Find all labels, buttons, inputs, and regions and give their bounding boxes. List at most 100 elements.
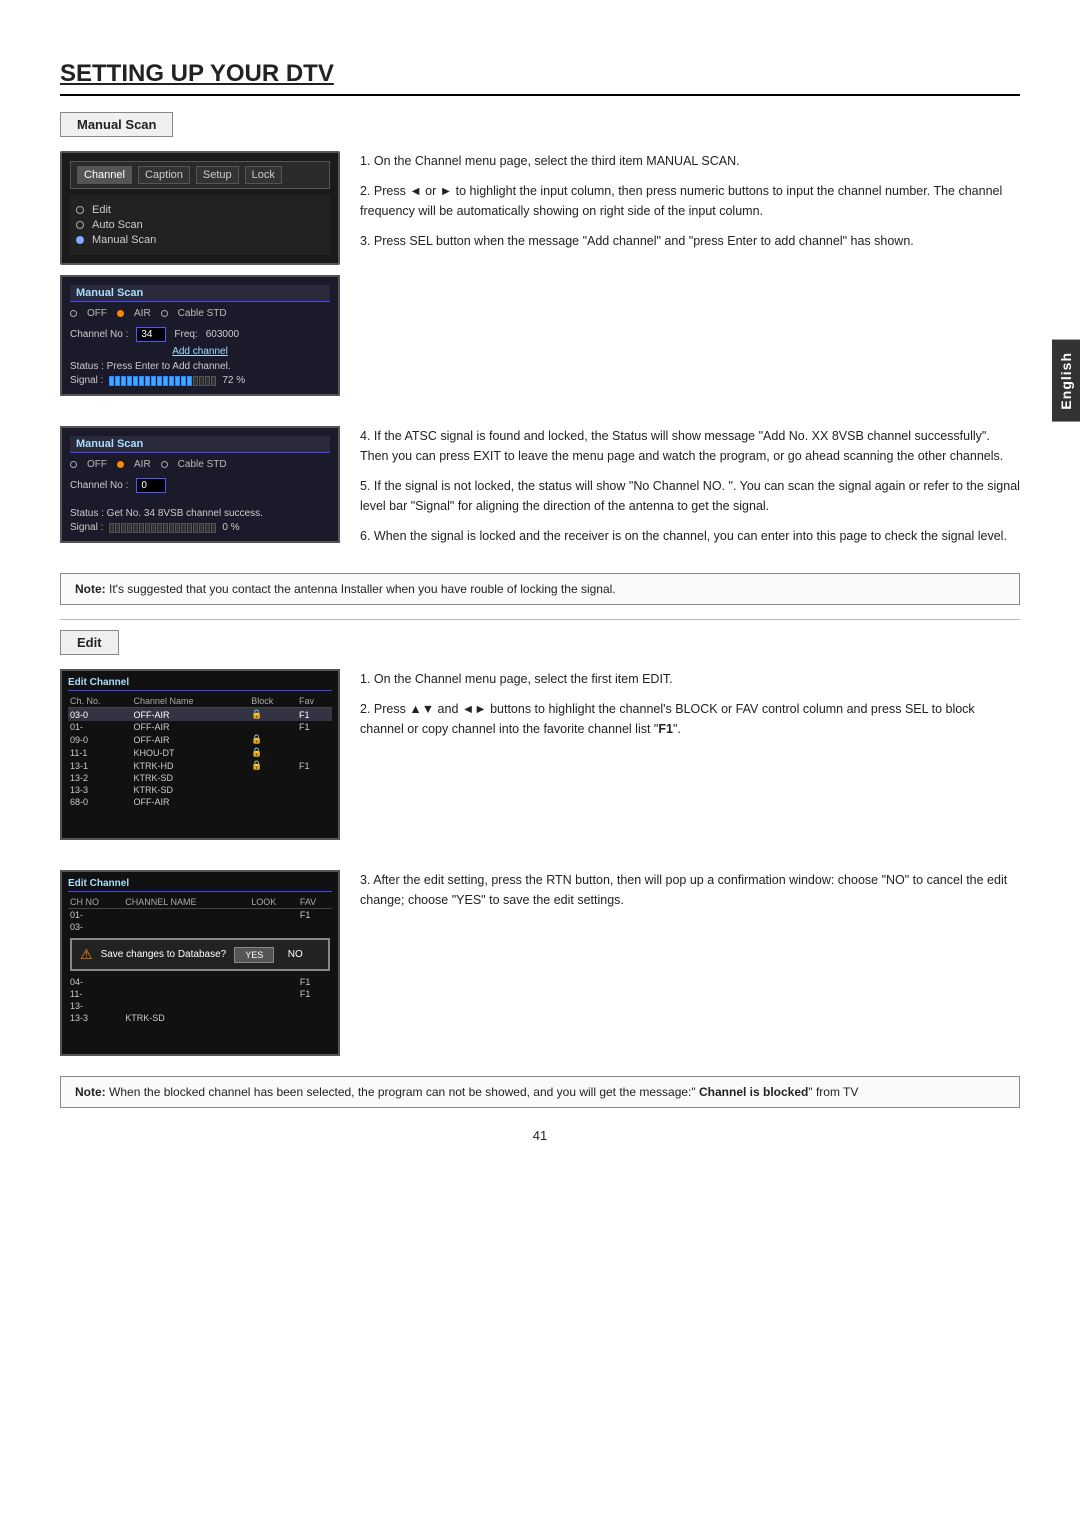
note-text: It's suggested that you contact the ante… [109,582,616,596]
table-row[interactable]: 03- [68,921,332,933]
sig-bar-empty [145,523,150,533]
menu-item-caption[interactable]: Caption [138,166,190,184]
cell-name: KHOU-DT [131,746,249,759]
sig-bar-empty [211,523,216,533]
yes-button[interactable]: YES [234,947,274,963]
dcol-look: LOOK [249,896,298,909]
edit-left-lower: Edit Channel CH NO CHANNEL NAME LOOK FAV… [60,870,340,1056]
dcol-fav: FAV [298,896,332,909]
dcell-ch: 13- [68,1000,123,1012]
page-container: English SETTING UP YOUR DTV Manual Scan … [0,0,1080,1203]
table-row[interactable]: 11- F1 [68,988,332,1000]
sig-bar [181,376,186,386]
ms-dot-off-2 [70,461,77,468]
sig-bar [151,376,156,386]
menu-item-channel[interactable]: Channel [77,166,132,184]
page-number: 41 [60,1128,1020,1143]
sig-bar [115,376,120,386]
table-row[interactable]: 13-2 KTRK-SD [68,772,332,784]
cell-ch: 13-2 [68,772,131,784]
cell-ch: 01- [68,721,131,733]
ms-channel-row-2: Channel No : 0 [70,478,330,493]
col-channel-name: Channel Name [131,695,249,708]
dcell-name: KTRK-SD [123,1012,249,1024]
cell-fav [297,784,332,796]
manual-scan-content-lower: Manual Scan OFF AIR Cable STD Channel No… [60,426,1020,553]
sig-bar-empty [163,523,168,533]
manual-scan-left-upper: Channel Caption Setup Lock Edit Auto Sca… [60,151,340,406]
edit-table-1: Ch. No. Channel Name Block Fav 03-0 OFF-… [68,695,332,832]
manual-scan-note: Note: It's suggested that you contact th… [60,573,1020,605]
ms-signal-container-1: Signal : [70,375,330,386]
table-row[interactable]: 01- OFF-AIR F1 [68,721,332,733]
edit-screen-2: Edit Channel CH NO CHANNEL NAME LOOK FAV… [60,870,340,1056]
table-row [68,1024,332,1036]
ms-signal-bars-1 [109,376,216,386]
cell-block: 🔒 [249,746,297,759]
cell-block: 🔒 [249,708,297,722]
ms-ch-input-1[interactable]: 34 [136,327,166,342]
ms-dot-air-2 [117,461,124,468]
tv-menu-bar: Channel Caption Setup Lock [70,161,330,189]
table-row[interactable]: 09-0 OFF-AIR 🔒 [68,733,332,746]
cell-block: 🔒 [249,759,297,772]
dcell-fav [298,921,332,933]
section-divider [60,619,1020,620]
ms-ch-input-2[interactable]: 0 [136,478,166,493]
radio-dot-edit [76,206,84,214]
col-ch-no: Ch. No. [68,695,131,708]
table-row[interactable]: 01- F1 [68,909,332,922]
dcell-look [249,1000,298,1012]
sig-bar [139,376,144,386]
radio-label-edit: Edit [92,204,111,216]
sig-bar-empty [121,523,126,533]
ms-opt-air: AIR [134,308,151,319]
table-row[interactable]: 13-3 KTRK-SD [68,1012,332,1024]
edit-note-label: Note: [75,1085,106,1099]
radio-dot-autoscan [76,221,84,229]
tv-screen-1: Channel Caption Setup Lock Edit Auto Sca… [60,151,340,265]
sig-bar-empty [109,523,114,533]
manual-scan-right-upper: 1. On the Channel menu page, select the … [360,151,1020,406]
ms-opt-cable-2: Cable STD [178,459,227,470]
ms-dot-cable-2 [161,461,168,468]
sig-bar-empty [151,523,156,533]
ms-options-1: OFF AIR Cable STD [70,308,330,319]
cell-fav: F1 [297,708,332,722]
dcell-fav [298,1000,332,1012]
ms-signal-container-2: Signal : [70,522,330,533]
edit-instruction-3: 3. After the edit setting, press the RTN… [360,870,1020,910]
menu-item-lock[interactable]: Lock [245,166,282,184]
sig-bar-empty [199,523,204,533]
ms-signal-label-2: Signal : [70,522,103,533]
sig-bar [187,376,192,386]
cell-name: OFF-AIR [131,796,249,808]
table-row[interactable]: 13-3 KTRK-SD [68,784,332,796]
cell-ch: 68-0 [68,796,131,808]
radio-manualscan[interactable]: Manual Scan [76,234,324,246]
dcell-ch: 13-3 [68,1012,123,1024]
dcell-name [123,976,249,988]
radio-edit: Edit [76,204,324,216]
table-row[interactable]: 68-0 OFF-AIR [68,796,332,808]
ms-instruction-6: 6. When the signal is locked and the rec… [360,526,1020,546]
ms-signal-percent-1: 72 % [222,375,245,386]
menu-item-setup[interactable]: Setup [196,166,239,184]
ms-signal-bars-2 [109,523,216,533]
table-row[interactable]: 04- F1 [68,976,332,988]
edit-right-lower: 3. After the edit setting, press the RTN… [360,870,1020,1056]
cell-name: OFF-AIR [131,721,249,733]
dcell-ch: 01- [68,909,123,922]
table-row[interactable]: 11-1 KHOU-DT 🔒 [68,746,332,759]
sig-bar [163,376,168,386]
table-row[interactable]: 13- [68,1000,332,1012]
table-row[interactable]: 13-1 KTRK-HD 🔒 F1 [68,759,332,772]
dcell-look [249,921,298,933]
dcell-name [123,909,249,922]
table-row[interactable]: ⚠ Save changes to Database? YES NO [68,933,332,976]
table-row[interactable]: 03-0 OFF-AIR 🔒 F1 [68,708,332,722]
ms-instruction-1: 1. On the Channel menu page, select the … [360,151,1020,171]
cell-ch: 13-3 [68,784,131,796]
sig-bar-empty [193,523,198,533]
dcell-fav: F1 [298,909,332,922]
